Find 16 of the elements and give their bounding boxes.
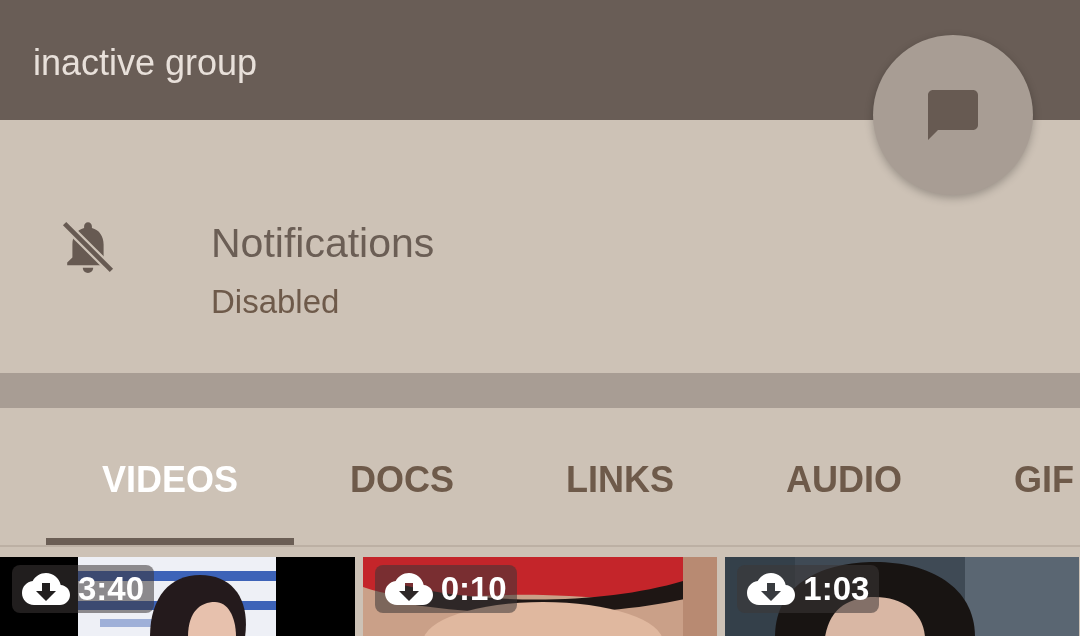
media-tab[interactable]: LINKS <box>510 408 731 545</box>
video-duration: 1:03 <box>803 569 870 609</box>
video-thumbnail[interactable]: 3:40 <box>0 557 355 636</box>
media-tab[interactable]: AUDIO <box>730 408 959 545</box>
cloud-download-icon <box>384 572 433 606</box>
media-tab[interactable]: DOCS <box>294 408 511 545</box>
cloud-download-icon <box>747 572 796 606</box>
video-duration: 3:40 <box>78 569 145 609</box>
video-duration: 0:10 <box>440 569 507 609</box>
video-thumbnail[interactable]: 1:03 <box>725 557 1080 636</box>
notifications-label: Notifications <box>211 220 435 266</box>
video-thumbnail[interactable]: 0:10 <box>362 557 718 636</box>
media-tab[interactable]: GIF <box>958 408 1080 545</box>
cloud-download-icon <box>22 572 70 606</box>
notifications-status: Disabled <box>211 282 341 322</box>
group-status: inactive group <box>33 42 258 83</box>
